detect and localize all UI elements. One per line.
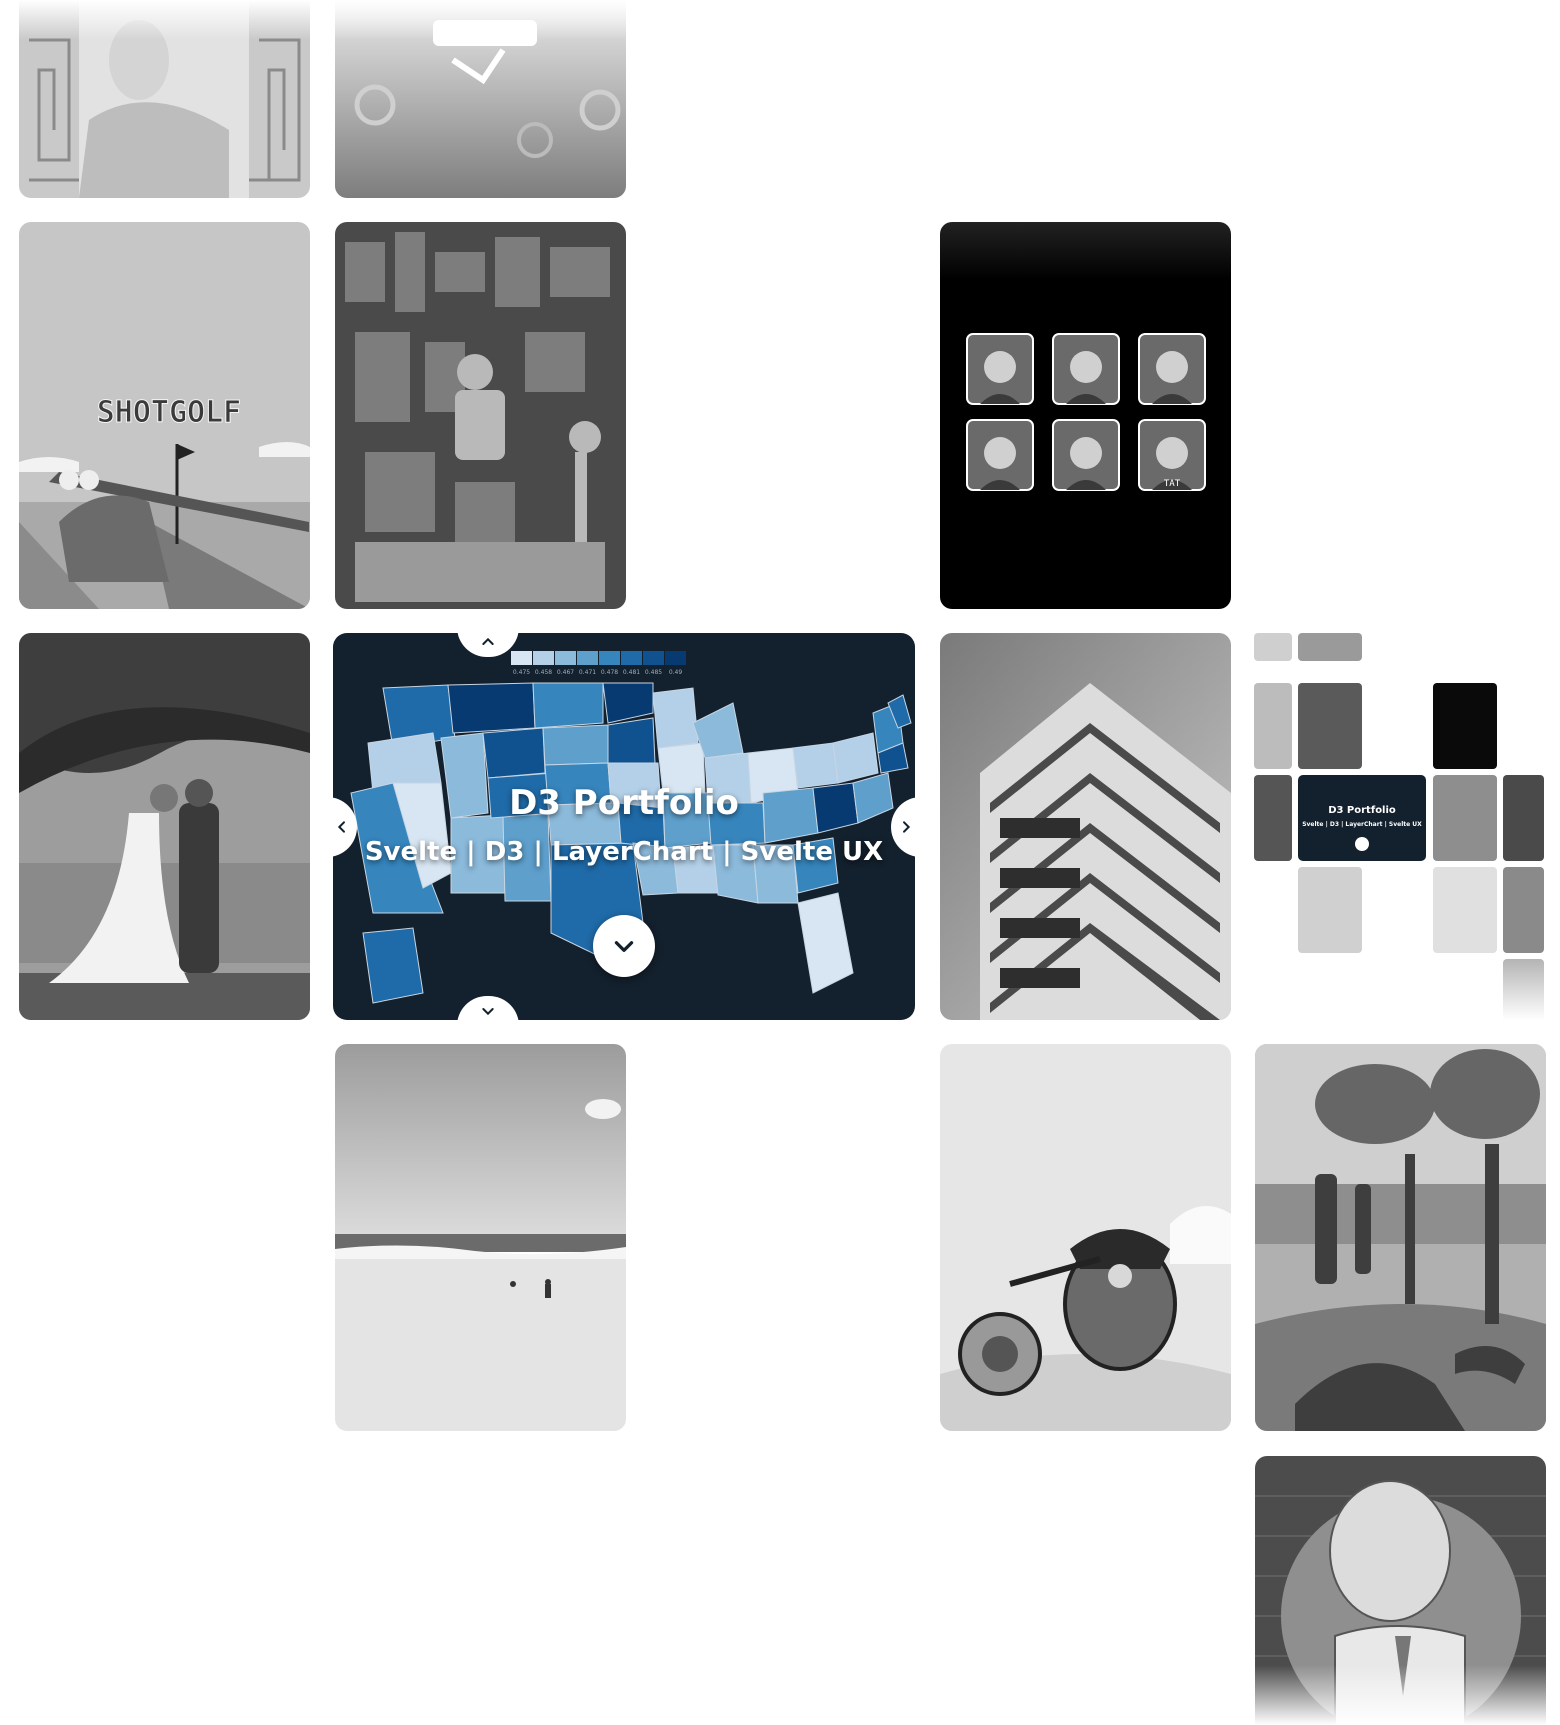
legend-swatch <box>599 651 620 665</box>
shirt-label-text: TAT <box>1164 479 1181 489</box>
shotgolf-tile[interactable]: SHOTGOLF <box>19 222 310 609</box>
mini-cabinet-thumb <box>1298 683 1362 769</box>
map-legend <box>511 651 686 665</box>
chevron-down-icon <box>614 941 634 952</box>
legend-label: 0.458 <box>534 669 553 676</box>
portfolio-subtitle: Svelte | D3 | LayerChart | Svelte UX <box>364 837 884 867</box>
seurat-painting-tile[interactable] <box>1255 1044 1546 1431</box>
chevron-down-icon <box>482 1008 494 1016</box>
portfolio-title: D3 Portfolio <box>509 783 739 823</box>
mini-shotgolf-thumb <box>1254 683 1292 769</box>
mini-pirate-thumb <box>1433 867 1497 953</box>
mini-forest-thumb <box>1503 775 1544 861</box>
cabinet-painting-tile[interactable] <box>335 222 626 609</box>
pirate-illustration-tile[interactable] <box>940 1044 1231 1431</box>
mini-cartoon-thumb <box>1503 959 1544 1020</box>
legend-swatch <box>621 651 642 665</box>
map-legend-labels: 0.475 0.458 0.467 0.471 0.478 0.481 0.48… <box>511 669 686 676</box>
legend-label: 0.485 <box>644 669 663 676</box>
legend-swatch <box>511 651 532 665</box>
legend-swatch <box>555 651 576 665</box>
mini-portrait-thumb <box>1254 633 1292 661</box>
mini-wedding-thumb <box>1254 775 1292 861</box>
legend-label: 0.475 <box>512 669 531 676</box>
mini-avatars-thumb <box>1433 683 1497 769</box>
legend-label: 0.467 <box>556 669 575 676</box>
mini-d3-portfolio-thumb: D3 Portfolio Svelte | D3 | LayerChart | … <box>1298 775 1426 861</box>
shotgolf-logo-text: SHOTGOLF <box>97 395 242 430</box>
cartoon-man-image <box>1255 1456 1546 1725</box>
legend-label: 0.471 <box>578 669 597 676</box>
gallery-thumbnail-preview[interactable]: D3 Portfolio Svelte | D3 | LayerChart | … <box>1254 633 1544 1020</box>
pixel-avatars-tile[interactable]: TAT <box>940 222 1231 609</box>
beach-photo-tile[interactable] <box>335 1044 626 1431</box>
chevron-right-icon <box>903 821 911 833</box>
mini-expand-icon <box>1355 837 1369 851</box>
cabinet-painting-image <box>335 222 626 609</box>
seurat-painting-image <box>1255 1044 1546 1431</box>
legend-swatch <box>665 651 686 665</box>
mini-beach-thumb <box>1298 867 1362 953</box>
chevron-left-icon <box>337 821 345 833</box>
shotgolf-image: SHOTGOLF <box>19 222 310 609</box>
pixel-avatars-image: TAT <box>940 222 1231 609</box>
legend-swatch <box>577 651 598 665</box>
pirate-illustration-image <box>940 1044 1231 1431</box>
us-map-background: 0.475 0.458 0.467 0.471 0.478 0.481 0.48… <box>333 633 915 1020</box>
building-photo-image <box>940 633 1231 1020</box>
legend-label: 0.49 <box>668 669 683 676</box>
wedding-photo-tile[interactable] <box>19 633 310 1020</box>
d3-portfolio-card[interactable]: 0.475 0.458 0.467 0.471 0.478 0.481 0.48… <box>333 633 915 1020</box>
legend-label: 0.478 <box>600 669 619 676</box>
mini-building-thumb <box>1433 775 1497 861</box>
mini-subtitle: Svelte | D3 | LayerChart | Svelte UX <box>1302 821 1422 828</box>
beach-photo-image <box>335 1044 626 1431</box>
portrait-tile[interactable] <box>19 0 310 198</box>
game-logo-tile[interactable] <box>335 0 626 198</box>
mini-title: D3 Portfolio <box>1328 805 1396 816</box>
legend-label: 0.481 <box>622 669 641 676</box>
wedding-photo-image <box>19 633 310 1020</box>
cartoon-man-tile[interactable] <box>1255 1456 1546 1725</box>
mini-seurat-thumb <box>1503 867 1544 953</box>
chevron-up-icon <box>482 637 494 645</box>
legend-swatch <box>533 651 554 665</box>
portrait-image <box>19 0 310 198</box>
legend-swatch <box>643 651 664 665</box>
expand-button[interactable] <box>593 915 655 977</box>
building-photo-tile[interactable] <box>940 633 1231 1020</box>
game-logo-image <box>335 0 626 198</box>
mini-game-logo-thumb <box>1298 633 1362 661</box>
